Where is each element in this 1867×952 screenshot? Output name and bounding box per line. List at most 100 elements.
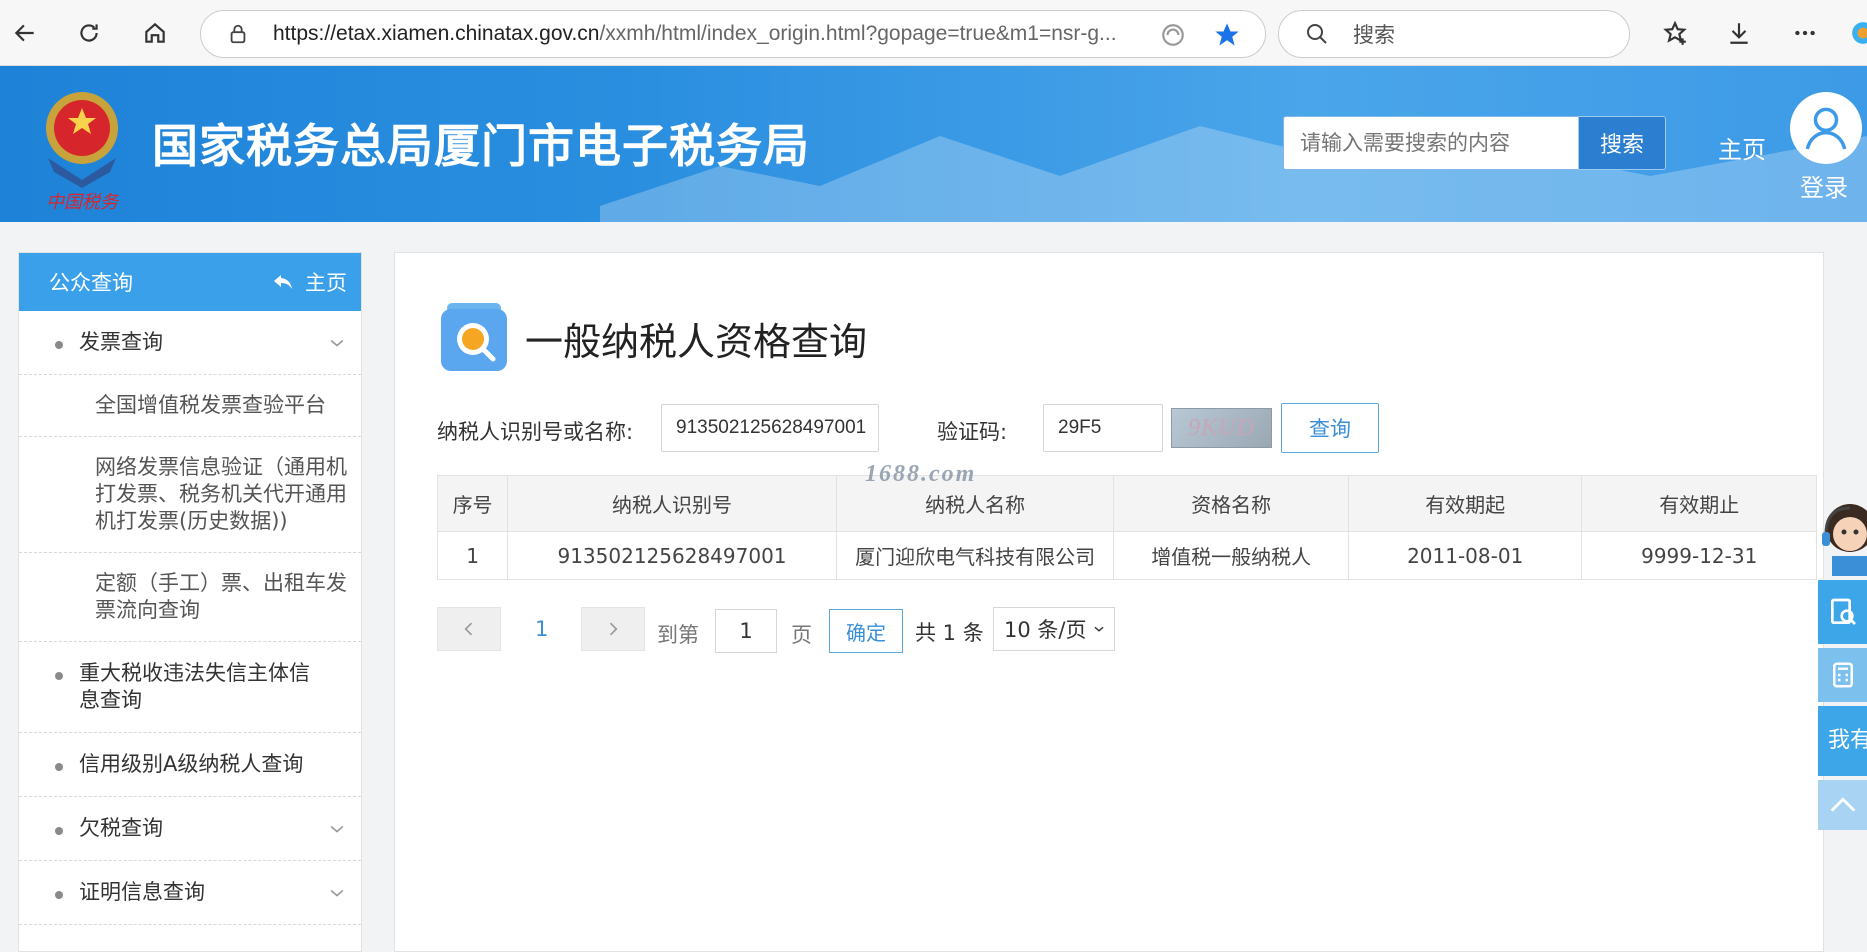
favorite-star-icon[interactable] bbox=[1213, 21, 1241, 49]
table-cell: 增值税一般纳税人 bbox=[1113, 531, 1349, 580]
sidebar-item-label: 发票查询 bbox=[79, 330, 163, 354]
sidebar-item-tax-arrears-query[interactable]: 欠税查询 bbox=[19, 797, 361, 861]
sidebar-home-link[interactable]: 主页 bbox=[271, 267, 347, 297]
tax-emblem-logo: 中国税务 bbox=[46, 92, 120, 212]
column-header: 序号 bbox=[436, 475, 509, 532]
chevron-down-icon[interactable] bbox=[327, 819, 347, 839]
float-document-search-tool[interactable] bbox=[1818, 580, 1867, 644]
table-header-row: 序号 纳税人识别号 纳税人名称 资格名称 有效期起 有效期止 bbox=[436, 475, 1817, 532]
copilot-icon[interactable] bbox=[1846, 16, 1867, 50]
captcha-input[interactable]: 29F5 bbox=[1043, 404, 1163, 452]
reply-arrow-icon bbox=[274, 275, 292, 289]
chevron-left-icon bbox=[464, 622, 473, 636]
taxpayer-id-label: 纳税人识别号或名称: bbox=[437, 420, 634, 444]
sidebar-item-credit-a-query[interactable]: 信用级别A级纳税人查询 bbox=[19, 733, 361, 797]
column-header: 纳税人识别号 bbox=[507, 475, 837, 532]
chevron-down-icon bbox=[1094, 626, 1104, 632]
pager-prev-button[interactable] bbox=[437, 607, 501, 651]
page-size-select[interactable]: 10 条/页 bbox=[993, 607, 1115, 651]
site-search-box: 搜索 bbox=[1283, 116, 1666, 170]
pager-total-count: 共 1 条 bbox=[915, 621, 984, 645]
chevron-down-icon[interactable] bbox=[327, 333, 347, 353]
column-header: 有效期起 bbox=[1347, 475, 1583, 532]
more-menu-icon[interactable] bbox=[1788, 16, 1822, 50]
site-header: 中国税务 国家税务总局厦门市电子税务局 搜索 主页 登录 bbox=[0, 66, 1867, 222]
captcha-label: 验证码: bbox=[937, 420, 1008, 444]
pager-goto-prefix: 到第 bbox=[657, 623, 699, 647]
main-content-panel: 一般纳税人资格查询 纳税人识别号或名称: 913502125628497001 … bbox=[394, 252, 1824, 952]
watermark-text: 1688.com bbox=[865, 461, 977, 487]
sidebar-item-label: 证明信息查询 bbox=[79, 880, 205, 904]
float-calculator-tool[interactable] bbox=[1818, 648, 1867, 702]
table-cell: 9999-12-31 bbox=[1581, 531, 1817, 580]
sidebar-item-tax-violation-query[interactable]: 重大税收违法失信主体信息查询 bbox=[19, 642, 361, 733]
bullet-dot bbox=[55, 891, 63, 899]
pager-confirm-button[interactable]: 确定 bbox=[829, 609, 903, 653]
site-title: 国家税务总局厦门市电子税务局 bbox=[152, 119, 810, 173]
download-icon[interactable] bbox=[1722, 16, 1756, 50]
back-to-top-button[interactable] bbox=[1818, 780, 1867, 830]
sidebar-sub-fixed-invoice-query[interactable]: 定额（手工）票、出租车发票流向查询 bbox=[19, 553, 361, 642]
sidebar-home-label: 主页 bbox=[305, 271, 347, 295]
result-table: 序号 纳税人识别号 纳税人名称 资格名称 有效期起 有效期止 1 9135021… bbox=[436, 475, 1817, 580]
query-button[interactable]: 查询 bbox=[1281, 403, 1379, 453]
column-header: 有效期止 bbox=[1581, 475, 1817, 532]
address-bar[interactable]: https://etax.xiamen.chinatax.gov.cn/xxmh… bbox=[200, 10, 1266, 58]
svg-text:中国税务: 中国税务 bbox=[46, 192, 120, 212]
bullet-dot bbox=[55, 763, 63, 771]
sidebar-sub-label: 全国增值税发票查验平台 bbox=[95, 393, 326, 417]
login-link[interactable]: 登录 bbox=[1800, 168, 1848, 203]
float-suggestion-tool[interactable]: 我有建议 bbox=[1818, 706, 1867, 776]
page-size-value: 10 条/页 bbox=[1004, 618, 1087, 642]
page-title: 一般纳税人资格查询 bbox=[525, 320, 868, 364]
bullet-dot bbox=[55, 672, 63, 680]
translate-icon[interactable] bbox=[1159, 21, 1187, 49]
pager-goto-suffix: 页 bbox=[791, 623, 812, 647]
browser-toolbar: https://etax.xiamen.chinatax.gov.cn/xxmh… bbox=[0, 0, 1867, 66]
bullet-dot bbox=[55, 341, 63, 349]
column-header: 资格名称 bbox=[1113, 475, 1349, 532]
sidebar-sub-label: 定额（手工）票、出租车发票流向查询 bbox=[95, 571, 347, 622]
favorites-icon[interactable] bbox=[1658, 16, 1692, 50]
sidebar-sub-vat-invoice-platform[interactable]: 全国增值税发票查验平台 bbox=[19, 375, 361, 437]
table-cell: 1 bbox=[436, 531, 509, 580]
sidebar-header: 公众查询 主页 bbox=[19, 253, 361, 311]
table-row: 1 913502125628497001 厦门迎欣电气科技有限公司 增值税一般纳… bbox=[436, 531, 1817, 580]
table-cell: 913502125628497001 bbox=[507, 531, 837, 580]
chevron-down-icon[interactable] bbox=[327, 883, 347, 903]
sidebar-sub-label: 网络发票信息验证（通用机打发票、税务机关代开通用机打发票(历史数据)) bbox=[95, 455, 347, 533]
captcha-image[interactable]: 9KUD bbox=[1171, 408, 1272, 448]
sidebar-item-invoice-query[interactable]: 发票查询 bbox=[19, 311, 361, 375]
sidebar-item-label: 重大税收违法失信主体信息查询 bbox=[79, 661, 310, 712]
table-cell: 厦门迎欣电气科技有限公司 bbox=[835, 531, 1115, 580]
search-icon bbox=[1307, 24, 1327, 44]
user-avatar-icon[interactable] bbox=[1790, 92, 1862, 164]
query-magnifier-icon bbox=[441, 303, 507, 371]
back-icon[interactable] bbox=[6, 14, 44, 52]
site-search-button[interactable]: 搜索 bbox=[1578, 116, 1666, 170]
pager-current-page[interactable]: 1 bbox=[535, 617, 548, 641]
chevron-right-icon bbox=[609, 622, 618, 636]
pager-goto-input[interactable]: 1 bbox=[715, 609, 777, 653]
chevron-up-icon bbox=[1830, 797, 1855, 812]
customer-service-avatar[interactable] bbox=[1816, 498, 1867, 576]
sidebar-item-label: 欠税查询 bbox=[79, 816, 163, 840]
pager-next-button[interactable] bbox=[581, 607, 645, 651]
sidebar-sub-network-invoice-verify[interactable]: 网络发票信息验证（通用机打发票、税务机关代开通用机打发票(历史数据)) bbox=[19, 437, 361, 553]
browser-search-placeholder: 搜索 bbox=[1353, 23, 1395, 47]
taxpayer-id-input[interactable]: 913502125628497001 bbox=[661, 404, 879, 452]
browser-search-box[interactable]: 搜索 bbox=[1278, 10, 1630, 58]
url-text[interactable]: https://etax.xiamen.chinatax.gov.cn/xxmh… bbox=[273, 22, 1153, 46]
lock-icon[interactable] bbox=[227, 23, 249, 45]
document-search-icon bbox=[1830, 598, 1856, 625]
reload-icon[interactable] bbox=[70, 14, 108, 52]
sidebar-item-certificate-query[interactable]: 证明信息查询 bbox=[19, 861, 361, 925]
home-icon[interactable] bbox=[136, 14, 174, 52]
sidebar-title: 公众查询 bbox=[49, 271, 133, 295]
header-home-link[interactable]: 主页 bbox=[1718, 130, 1766, 165]
sidebar-item-label: 信用级别A级纳税人查询 bbox=[79, 752, 304, 776]
sidebar: 公众查询 主页 发票查询 全国增值税发票查验平台 网络发票信息验证（通用机打发票… bbox=[18, 252, 362, 952]
table-cell: 2011-08-01 bbox=[1347, 531, 1583, 580]
site-search-input[interactable] bbox=[1284, 117, 1578, 169]
bullet-dot bbox=[55, 827, 63, 835]
